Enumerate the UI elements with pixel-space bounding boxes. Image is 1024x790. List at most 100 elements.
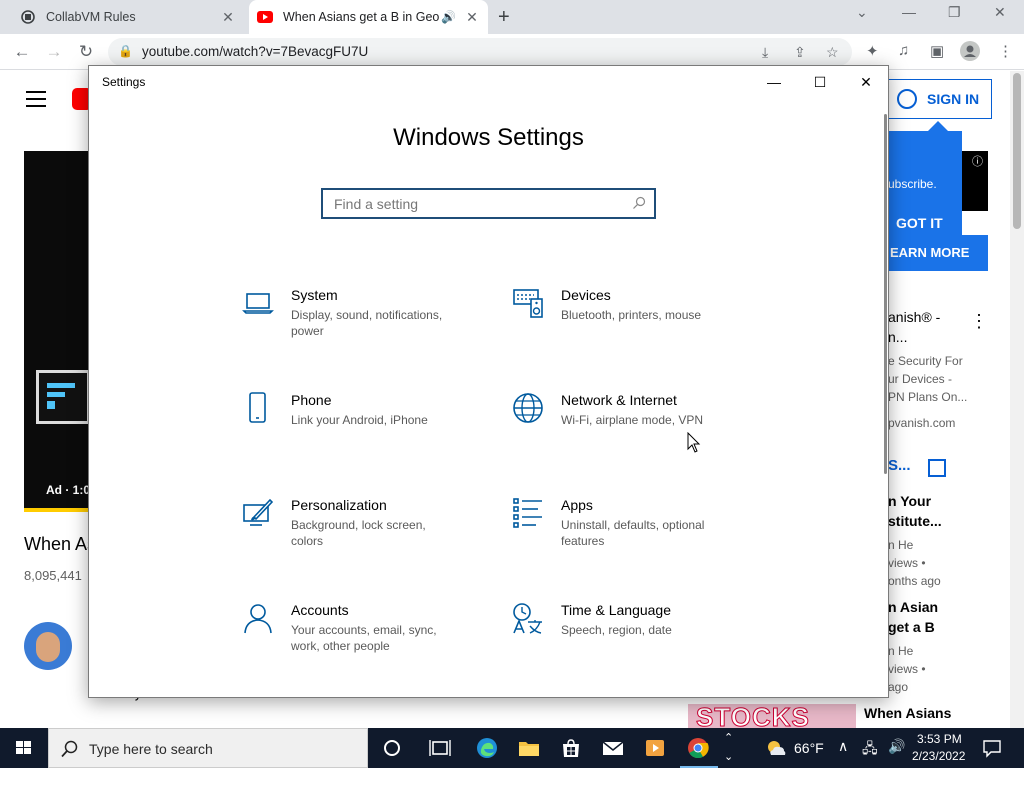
chrome-icon[interactable] — [686, 736, 710, 760]
related-channel: n He — [888, 538, 914, 552]
file-explorer-icon[interactable] — [517, 736, 541, 760]
start-button[interactable] — [0, 728, 48, 768]
settings-item-phone[interactable]: Phone Link your Android, iPhone — [242, 392, 472, 462]
related-channel: n He — [888, 644, 914, 658]
phone-icon — [249, 392, 266, 423]
video-title: When As — [24, 534, 97, 554]
edge-icon[interactable] — [475, 736, 499, 760]
window-title: Settings — [102, 75, 146, 89]
forward-icon[interactable]: → — [42, 40, 66, 64]
related-video-title[interactable]: n Asian — [888, 599, 938, 615]
ad-label: Ad · 1:0 — [46, 483, 91, 497]
learn-more-button[interactable]: EARN MORE — [888, 235, 988, 271]
weather-sun-cloud-icon[interactable] — [765, 738, 787, 758]
media-player-icon[interactable] — [643, 736, 667, 760]
minimize-icon[interactable]: — — [751, 66, 797, 98]
ad-link[interactable]: S... — [888, 457, 911, 474]
setting-description: Your accounts, email, sync, work, other … — [291, 623, 437, 653]
tab-close-icon[interactable]: ✕ — [462, 9, 482, 26]
install-icon[interactable]: ⤓ — [762, 44, 768, 61]
search-icon — [61, 740, 78, 758]
reload-icon[interactable]: ↻ — [74, 40, 98, 64]
ad-description: e Security For — [888, 354, 963, 368]
close-icon[interactable]: ✕ — [843, 66, 889, 98]
side-panel-icon[interactable]: ▣ — [930, 42, 944, 60]
related-views: views • — [888, 662, 926, 676]
close-browser-icon[interactable]: ✕ — [994, 4, 1006, 21]
task-view-icon[interactable] — [428, 736, 452, 760]
taskbar-search-box[interactable]: Type here to search — [48, 728, 368, 768]
sign-in-button[interactable]: SIGN IN — [885, 79, 992, 119]
tab-youtube-video[interactable]: When Asians get a B in Geo 🔊 ✕ — [249, 0, 488, 34]
ad-title[interactable]: anish® - — [888, 309, 940, 325]
setting-description: Speech, region, date — [561, 623, 672, 637]
channel-avatar[interactable] — [24, 622, 72, 670]
person-icon — [244, 604, 272, 634]
ad-description: PN Plans On... — [888, 390, 968, 404]
related-video-title[interactable]: n Your — [888, 493, 931, 509]
store-icon[interactable] — [559, 736, 583, 760]
ad-title[interactable]: n... — [888, 329, 907, 345]
got-it-button[interactable]: GOT IT — [896, 215, 943, 231]
weather-temperature[interactable]: 66°F — [794, 740, 824, 780]
tray-scroll-down-icon[interactable]: ⌄ — [724, 750, 733, 790]
settings-item-network-internet[interactable]: Network & Internet Wi-Fi, airplane mode,… — [512, 392, 742, 462]
promo-text: ubscribe. — [888, 177, 937, 191]
settings-title-bar[interactable]: Settings — ☐ ✕ — [89, 66, 888, 98]
youtube-favicon-icon — [257, 9, 273, 25]
related-video-title[interactable]: get a B — [888, 619, 935, 635]
new-tab-button[interactable]: + — [498, 6, 510, 29]
settings-item-time-language[interactable]: Time & Language Speech, region, date — [512, 602, 742, 672]
tab-search-icon[interactable]: ⌄ — [856, 4, 868, 21]
related-video-title[interactable]: When Asians — [864, 705, 951, 721]
settings-scrollbar[interactable] — [884, 114, 887, 474]
video-player[interactable]: Ad · 1:0 — [24, 151, 90, 511]
more-options-icon[interactable]: ⋮ — [970, 311, 988, 332]
lock-icon: 🔒 — [118, 44, 133, 58]
bookmark-star-icon[interactable]: ☆ — [826, 44, 839, 61]
paintbrush-icon — [243, 498, 274, 526]
settings-item-devices[interactable]: Devices Bluetooth, printers, mouse — [512, 287, 742, 357]
share-icon[interactable]: ⇪ — [794, 44, 806, 61]
search-icon — [633, 196, 646, 209]
extensions-icon[interactable]: ✦ — [866, 42, 879, 60]
profile-avatar-icon[interactable] — [960, 41, 980, 65]
minimize-icon[interactable]: — — [902, 4, 916, 20]
restore-icon[interactable]: ❐ — [948, 4, 961, 21]
media-control-icon[interactable]: ♫ — [898, 42, 909, 59]
hamburger-menu-icon[interactable] — [26, 91, 46, 112]
cortana-icon[interactable] — [380, 736, 404, 760]
settings-item-accounts[interactable]: Accounts Your accounts, email, sync, wor… — [242, 602, 472, 672]
maximize-icon[interactable]: ☐ — [797, 66, 843, 98]
browser-menu-icon[interactable]: ⋮ — [998, 42, 1013, 60]
address-bar[interactable]: 🔒 youtube.com/watch?v=7BevacgFU7U ⤓ ⇪ ☆ — [108, 38, 852, 66]
settings-item-system[interactable]: System Display, sound, notifications, po… — [242, 287, 472, 357]
related-video-title[interactable]: stitute... — [888, 513, 942, 529]
search-input[interactable] — [332, 194, 622, 214]
tab-close-icon[interactable]: ✕ — [218, 9, 238, 26]
url-text[interactable]: youtube.com/watch?v=7BevacgFU7U — [142, 44, 368, 59]
show-hidden-icons-icon[interactable]: ∧ — [838, 738, 848, 778]
page-scrollbar[interactable] — [1010, 71, 1024, 728]
settings-search-box[interactable] — [321, 188, 656, 219]
promo-pointer — [928, 121, 948, 131]
related-thumbnail[interactable]: STOCKS — [688, 704, 856, 728]
settings-item-personalization[interactable]: Personalization Background, lock screen,… — [242, 497, 472, 567]
speaker-icon[interactable]: 🔊 — [441, 10, 456, 24]
setting-name: Phone — [291, 392, 332, 408]
volume-icon[interactable]: 🔊 — [888, 738, 905, 778]
tab-collabvm-rules[interactable]: CollabVM Rules ✕ — [12, 0, 244, 34]
setting-name: Network & Internet — [561, 392, 677, 408]
setting-name: Time & Language — [561, 602, 671, 618]
network-icon[interactable]: 🖧 — [862, 738, 878, 778]
clock-date[interactable]: 2/23/2022 — [912, 749, 965, 789]
back-icon[interactable]: ← — [10, 40, 34, 64]
tab-title: CollabVM Rules — [46, 10, 136, 24]
info-icon[interactable]: ⓘ — [972, 153, 983, 169]
setting-description: Background, lock screen, colors — [291, 518, 426, 548]
external-link-icon[interactable] — [928, 459, 946, 477]
mail-icon[interactable] — [601, 736, 625, 760]
settings-item-apps[interactable]: Apps Uninstall, defaults, optional featu… — [512, 497, 742, 567]
ad-thumbnail[interactable] — [36, 370, 90, 424]
notifications-icon[interactable] — [982, 738, 1002, 758]
